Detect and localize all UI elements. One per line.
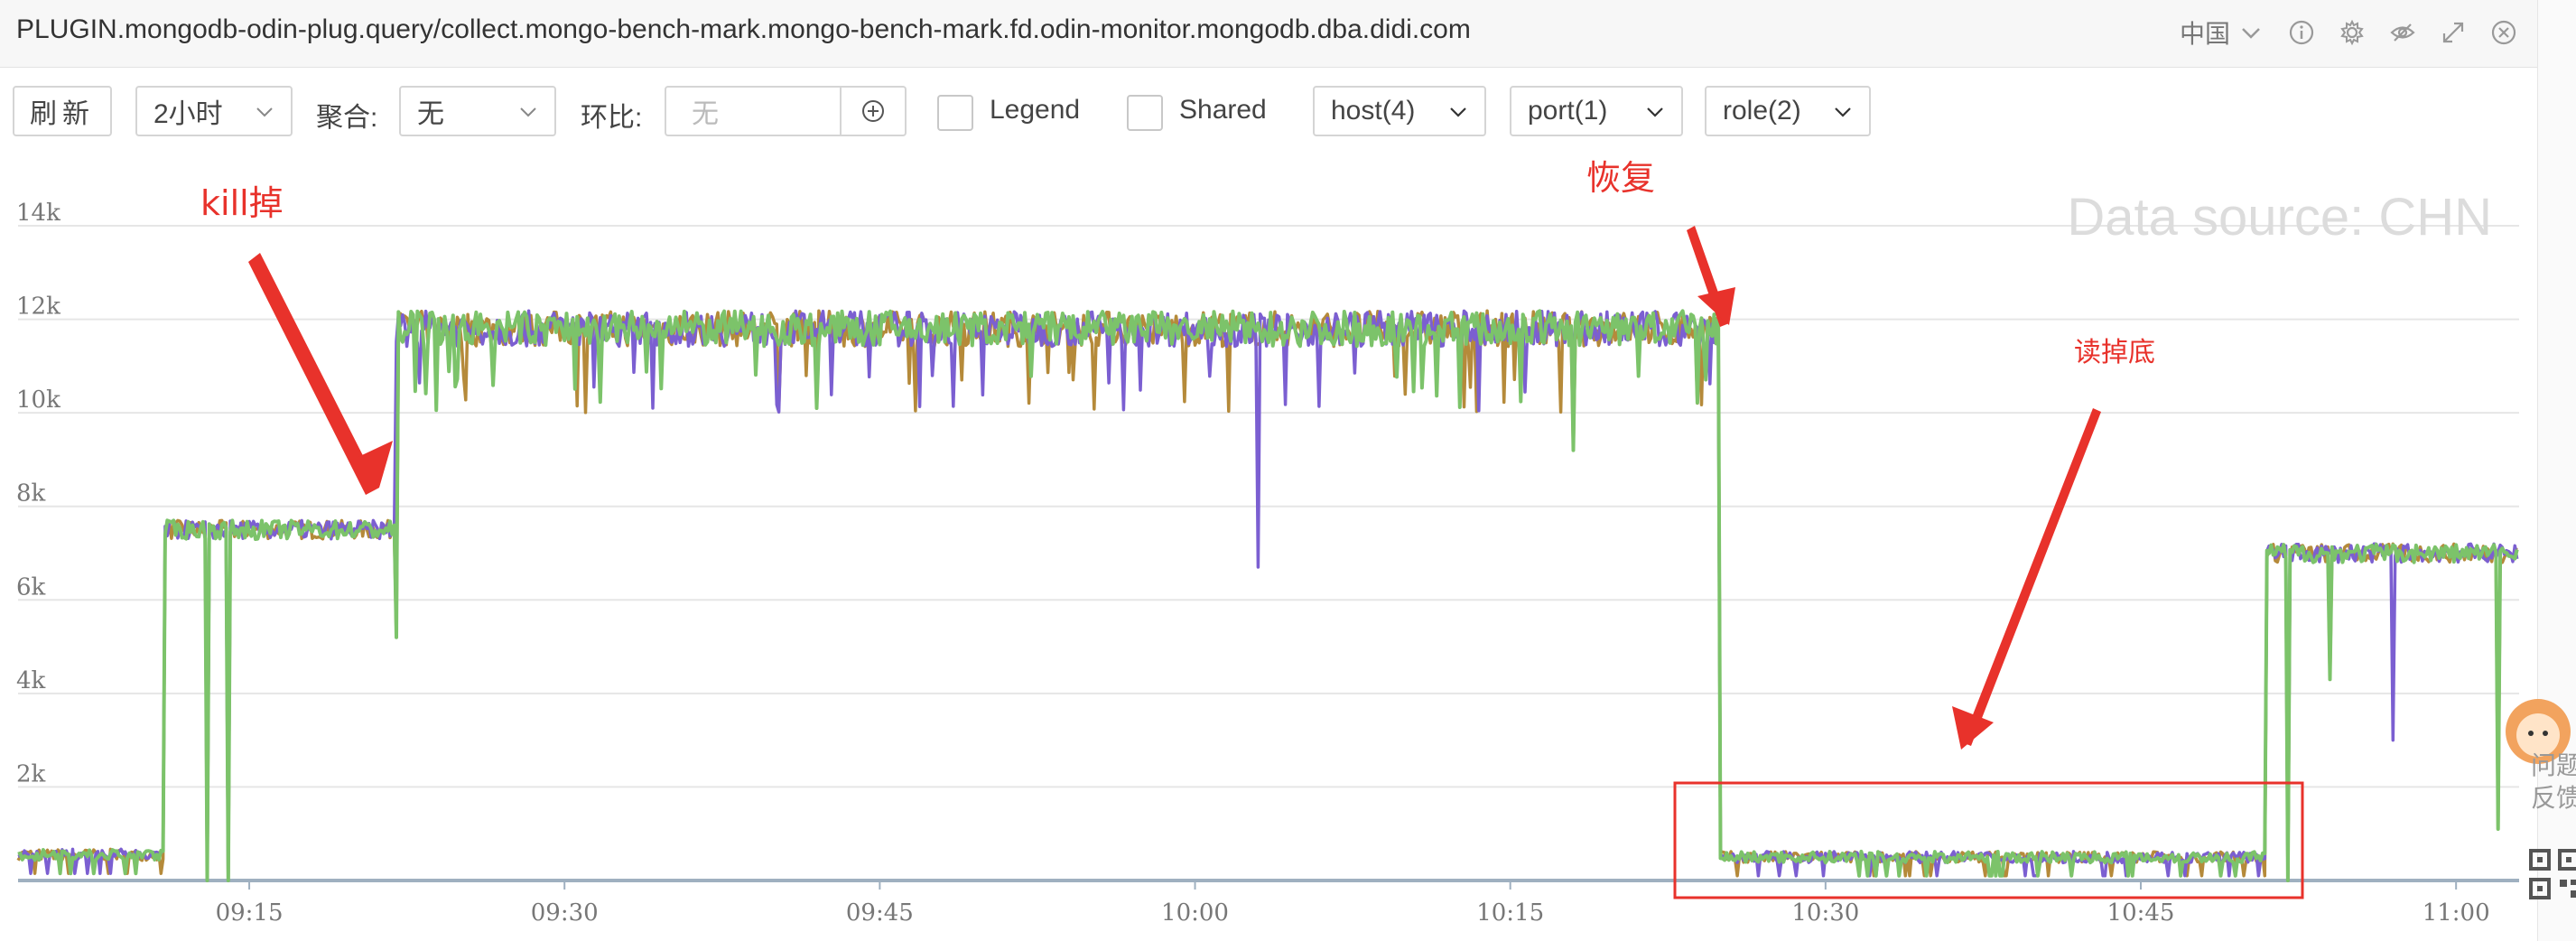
chart-series [16,309,2519,882]
x-tick-label: 10:00 [1161,899,1229,927]
plus-circle-icon [862,100,884,122]
query-toolbar: 刷新 2小时 聚合: 无 环比: 无 Legend Shared host(4)… [0,86,2537,144]
x-axis-ticks: 09:15 09:30 09:45 10:00 10:15 10:30 10:45 11:00 [216,880,2490,927]
chevron-down-icon [2242,28,2260,39]
y-tick-label: 2k [16,760,46,787]
expand-icon[interactable] [2440,19,2467,46]
info-icon[interactable] [2288,19,2315,46]
x-tick-label: 09:30 [531,899,599,927]
x-tick-label: 09:15 [216,899,284,927]
aggregate-label: 聚合: [316,103,378,133]
close-icon[interactable] [2490,19,2517,46]
gear-icon[interactable] [2339,19,2366,46]
chevron-down-icon [1647,107,1663,117]
port-filter-value: port(1) [1528,96,1608,126]
panel-title: PLUGIN.mongodb-odin-plug.query/collect.m… [16,14,1471,44]
y-tick-label: 14k [16,200,60,227]
series-line-s3 [17,309,2519,882]
legend-checkbox[interactable] [937,95,973,131]
qr-code-icon[interactable] [2529,849,2576,899]
feedback-widget[interactable]: 问题 反馈 [2531,750,2576,815]
panel-header: PLUGIN.mongodb-odin-plug.query/collect.m… [0,0,2537,68]
legend-label: Legend [990,95,1081,125]
panel-header-actions: 中国 [2180,13,2517,52]
y-axis-ticks: 14k 12k 10k 8k 6k 4k 2k [16,200,60,787]
time-range-value: 2小时 [153,99,223,129]
host-filter-select[interactable]: host(4) [1313,86,1486,136]
feedback-label-top: 问题 [2531,751,2576,779]
annotation-kill-label: kill掉 [200,183,284,223]
x-tick-label: 11:00 [2423,899,2490,927]
add-compare-button[interactable] [842,86,907,136]
region-label: 中国 [2179,20,2230,48]
x-tick-label: 10:45 [2107,899,2175,927]
y-tick-label: 4k [16,667,46,694]
compare-label: 环比: [581,103,643,133]
time-range-select[interactable]: 2小时 [135,86,293,136]
role-filter-select[interactable]: role(2) [1705,86,1871,136]
y-tick-label: 6k [16,573,46,601]
x-tick-label: 10:30 [1791,899,1859,927]
y-tick-label: 10k [16,387,60,414]
chevron-down-icon [520,107,536,117]
series-line-s1 [16,309,2518,882]
shared-label: Shared [1179,95,1267,125]
annotation-bottom-arrow-shaft [1962,408,2101,746]
data-source-watermark: Data source: CHN [2067,188,2492,247]
series-line-s2 [17,309,2519,882]
chevron-down-icon [1450,107,1466,117]
aggregate-select[interactable]: 无 [399,86,556,136]
annotation-recover-label: 恢复 [1586,158,1655,198]
annotation-bottom-label: 读掉底 [2074,337,2155,368]
side-widget-strip: 问题 反馈 [2506,0,2576,941]
y-tick-label: 12k [16,293,60,321]
chevron-down-icon [1835,107,1851,117]
compare-input[interactable]: 无 [665,86,842,136]
host-filter-value: host(4) [1331,96,1416,126]
region-select[interactable]: 中国 [2180,14,2264,51]
refresh-button[interactable]: 刷新 [13,86,112,136]
y-tick-label: 8k [16,480,46,508]
eye-off-icon[interactable] [2389,19,2416,46]
shared-checkbox[interactable] [1127,95,1163,131]
x-tick-label: 09:45 [846,899,914,927]
port-filter-select[interactable]: port(1) [1510,86,1683,136]
chevron-down-icon [256,107,273,117]
time-series-chart[interactable]: 14k 12k 10k 8k 6k 4k 2k 09:15 09:30 09:45 10:00 10… [0,154,2537,941]
x-tick-label: 10:15 [1476,899,1544,927]
annotation-bottom-arrow-head [1952,706,1994,750]
aggregate-value: 无 [417,99,444,129]
role-filter-value: role(2) [1723,96,1801,126]
feedback-label-bottom: 反馈 [2531,784,2576,812]
